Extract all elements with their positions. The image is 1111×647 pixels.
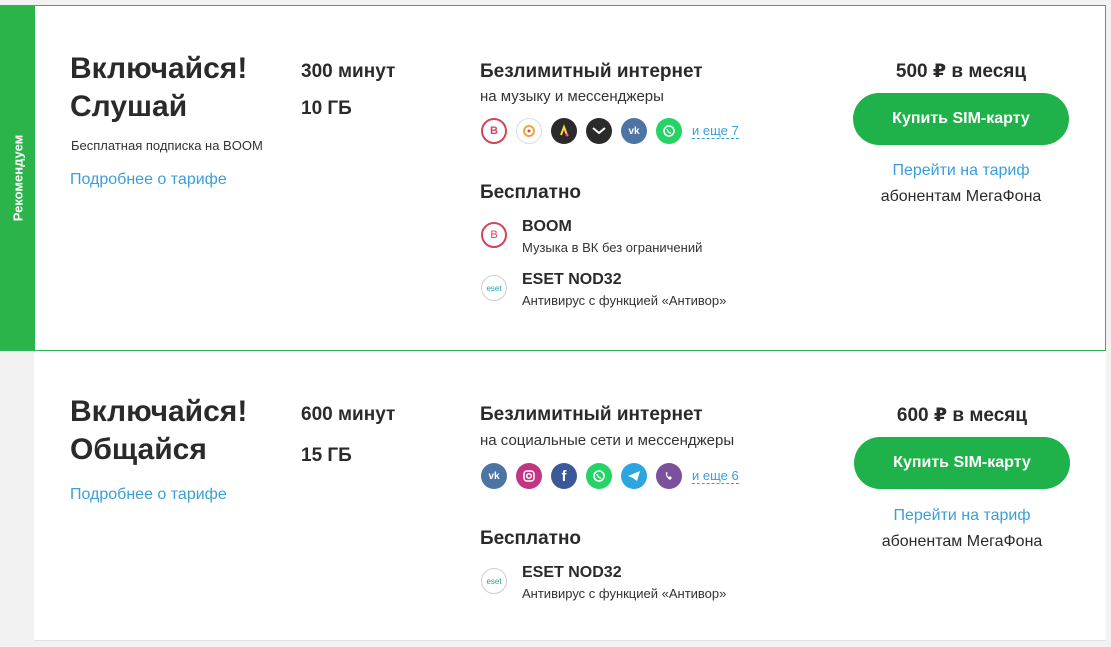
tariff-details-link[interactable]: Подробнее о тарифе xyxy=(70,486,227,504)
vk-icon: vk xyxy=(481,463,507,489)
title-line-1: Включайся! xyxy=(70,395,248,428)
gb-value: 10 ГБ xyxy=(301,98,352,119)
yandex-music-icon xyxy=(551,118,577,144)
title-line-2: Общайся xyxy=(70,433,207,466)
title-line-2: Слушай xyxy=(70,90,188,123)
telegram-icon xyxy=(621,463,647,489)
gb-value: 15 ГБ xyxy=(301,445,352,466)
whatsapp-icon xyxy=(586,463,612,489)
service-name: BOOM xyxy=(522,218,572,235)
minutes-value: 600 минут xyxy=(301,404,396,425)
buy-sim-button[interactable]: Купить SIM-карту xyxy=(854,437,1070,489)
price: 500 ₽ в месяц xyxy=(895,61,1027,82)
more-apps-link[interactable]: и еще 6 xyxy=(692,468,739,484)
boom-icon: B xyxy=(481,222,507,248)
more-apps-link[interactable]: и еще 7 xyxy=(692,123,739,139)
switch-tariff-note: абонентам МегаФона xyxy=(880,188,1042,205)
zvooq-icon xyxy=(586,118,612,144)
app-icons-row: vk f и еще 6 xyxy=(481,463,739,489)
boom-icon: B xyxy=(481,118,507,144)
viber-icon xyxy=(656,463,682,489)
app-icons-row: B vk и еще 7 xyxy=(481,118,739,144)
service-desc: Музыка в ВК без ограничений xyxy=(522,240,703,255)
switch-tariff-note: абонентам МегаФона xyxy=(881,533,1043,550)
switch-tariff-link[interactable]: Перейти на тариф xyxy=(853,162,1069,180)
vk-icon: vk xyxy=(621,118,647,144)
title-line-1: Включайся! xyxy=(70,52,248,85)
minutes-value: 300 минут xyxy=(301,61,396,82)
recommended-ribbon: Рекомендуем xyxy=(0,6,35,350)
free-heading: Бесплатно xyxy=(480,528,582,549)
price: 600 ₽ в месяц xyxy=(896,405,1028,426)
tariff-title: Включайся! Общайся xyxy=(70,393,290,469)
tariff-card-chat: Включайся! Общайся Подробнее о тарифе 60… xyxy=(34,351,1106,641)
unlimited-desc: на музыку и мессенджеры xyxy=(480,88,664,105)
whatsapp-icon xyxy=(656,118,682,144)
service-desc: Антивирус с функцией «Антивор» xyxy=(522,293,727,308)
unlimited-desc: на социальные сети и мессенджеры xyxy=(480,432,735,449)
tariff-subtitle: Бесплатная подписка на BOOM xyxy=(71,138,263,153)
ribbon-label: Рекомендуем xyxy=(10,134,25,222)
ok-music-icon xyxy=(516,118,542,144)
free-heading: Бесплатно xyxy=(480,182,582,203)
facebook-icon: f xyxy=(551,463,577,489)
instagram-icon xyxy=(516,463,542,489)
tariff-card-listen: Рекомендуем Включайся! Слушай Бесплатная… xyxy=(0,5,1106,351)
eset-icon: eset xyxy=(481,568,507,594)
unlimited-heading: Безлимитный интернет xyxy=(480,404,703,425)
unlimited-heading: Безлимитный интернет xyxy=(480,61,703,82)
service-desc: Антивирус с функцией «Антивор» xyxy=(522,586,727,601)
tariff-details-link[interactable]: Подробнее о тарифе xyxy=(70,171,227,189)
service-name: ESET NOD32 xyxy=(522,271,622,288)
switch-tariff-link[interactable]: Перейти на тариф xyxy=(854,507,1070,525)
tariff-title: Включайся! Слушай xyxy=(70,50,290,126)
service-name: ESET NOD32 xyxy=(522,564,622,581)
eset-icon: eset xyxy=(481,275,507,301)
buy-sim-button[interactable]: Купить SIM-карту xyxy=(853,93,1069,145)
